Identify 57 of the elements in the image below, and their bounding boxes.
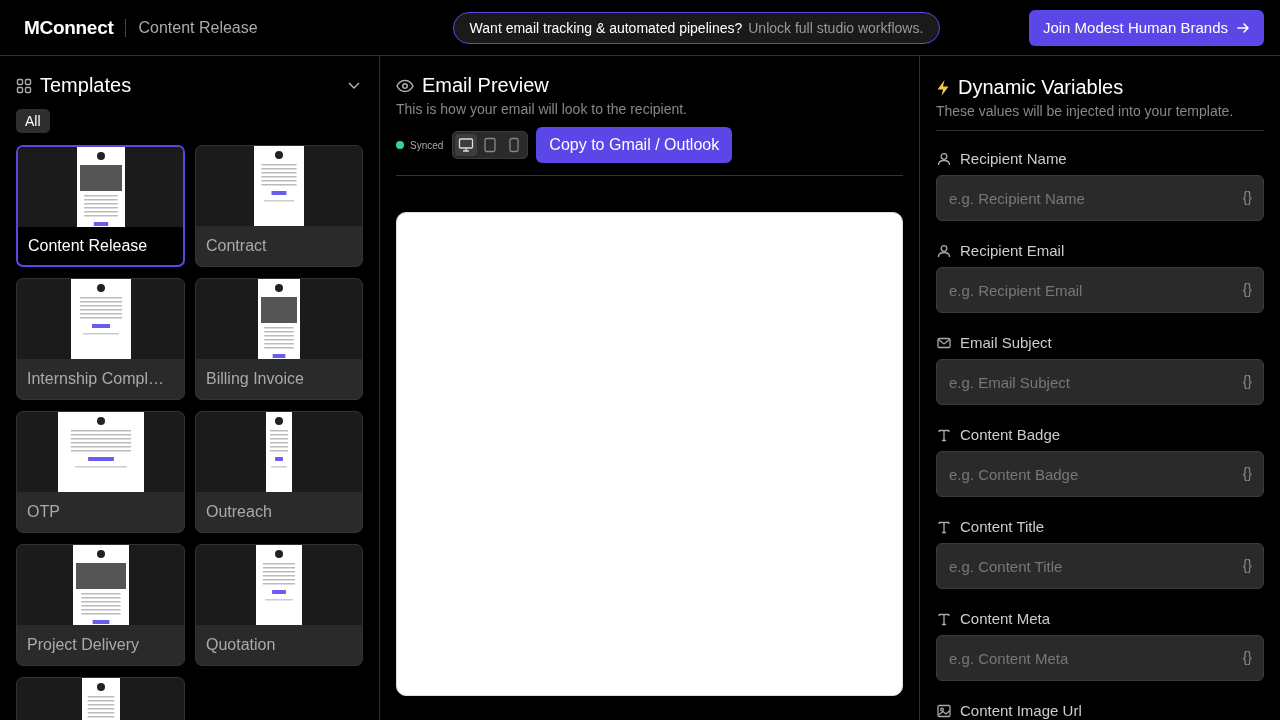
template-card[interactable]: Contract (195, 145, 363, 267)
template-name: Quotation (205, 635, 277, 655)
field-label: Recipient Name (960, 150, 1067, 167)
mail-icon (937, 335, 951, 350)
arrow-icon (1236, 20, 1250, 35)
template-name: OTP (26, 502, 61, 522)
template-card[interactable]: Outreach (195, 411, 363, 533)
page-title: Content Release (138, 18, 258, 37)
template-card[interactable]: Billing Invoice (195, 278, 363, 400)
template-name: Billing Invoice (205, 369, 305, 389)
logo: MConnect (24, 16, 114, 39)
image-icon (937, 703, 951, 718)
template-name: Outreach (205, 502, 273, 522)
template-name: Internship Compl… (26, 369, 165, 389)
promo-text: Want email tracking & automated pipelines? (469, 19, 743, 36)
variable-token: {} (1242, 465, 1252, 481)
tablet-icon (482, 137, 499, 153)
join-button[interactable]: Join Modest Human Brands (1028, 9, 1264, 46)
panel-subtitle: This is how your email will look to the recipient. (396, 101, 688, 117)
desktop-icon (458, 137, 475, 153)
variable-token: {} (1242, 649, 1252, 665)
template-card[interactable]: Project Delivery (16, 544, 185, 666)
template-name: Content Release (27, 236, 149, 256)
template-card[interactable]: Content Release (16, 145, 185, 267)
template-card[interactable]: Internship Compl… (16, 278, 185, 400)
person-icon (937, 243, 951, 258)
person-icon (937, 151, 951, 166)
field-label: Content Badge (960, 426, 1061, 443)
copy-button[interactable]: Copy to Gmail / Outlook (536, 127, 733, 163)
field-label: Content Title (960, 518, 1045, 535)
variable-token: {} (1242, 557, 1252, 573)
variable-token: {} (1242, 281, 1252, 297)
template-card[interactable]: OTP (16, 411, 185, 533)
variable-token: {} (1242, 373, 1252, 389)
text-icon (937, 519, 951, 534)
text-icon (937, 611, 951, 626)
grid-icon (16, 77, 32, 94)
panel-title: Email Preview (422, 74, 549, 97)
status-dot (396, 141, 404, 149)
panel-title: Templates (40, 74, 132, 97)
panel-subtitle: These values will be injected into your template. (936, 103, 1235, 119)
device-button[interactable] (455, 134, 478, 156)
field-label: Recipient Email (960, 242, 1065, 259)
eye-icon (396, 78, 414, 93)
lightning-icon (936, 78, 950, 97)
field-label: Email Subject (960, 334, 1052, 351)
template-card[interactable]: Quotation (195, 544, 363, 666)
field-label: Content Meta (960, 610, 1051, 627)
template-name: Project Delivery (26, 635, 141, 655)
promo-link[interactable]: Unlock full studio workflows. (748, 19, 924, 36)
field-label: Content Image Url (960, 702, 1082, 719)
panel-title: Dynamic Variables (958, 76, 1124, 99)
template-name: Contract (205, 236, 268, 256)
variable-token: {} (1242, 189, 1252, 205)
filter-chip[interactable]: All (16, 109, 50, 133)
text-icon (937, 427, 951, 442)
sync-status: Synced (410, 139, 444, 151)
